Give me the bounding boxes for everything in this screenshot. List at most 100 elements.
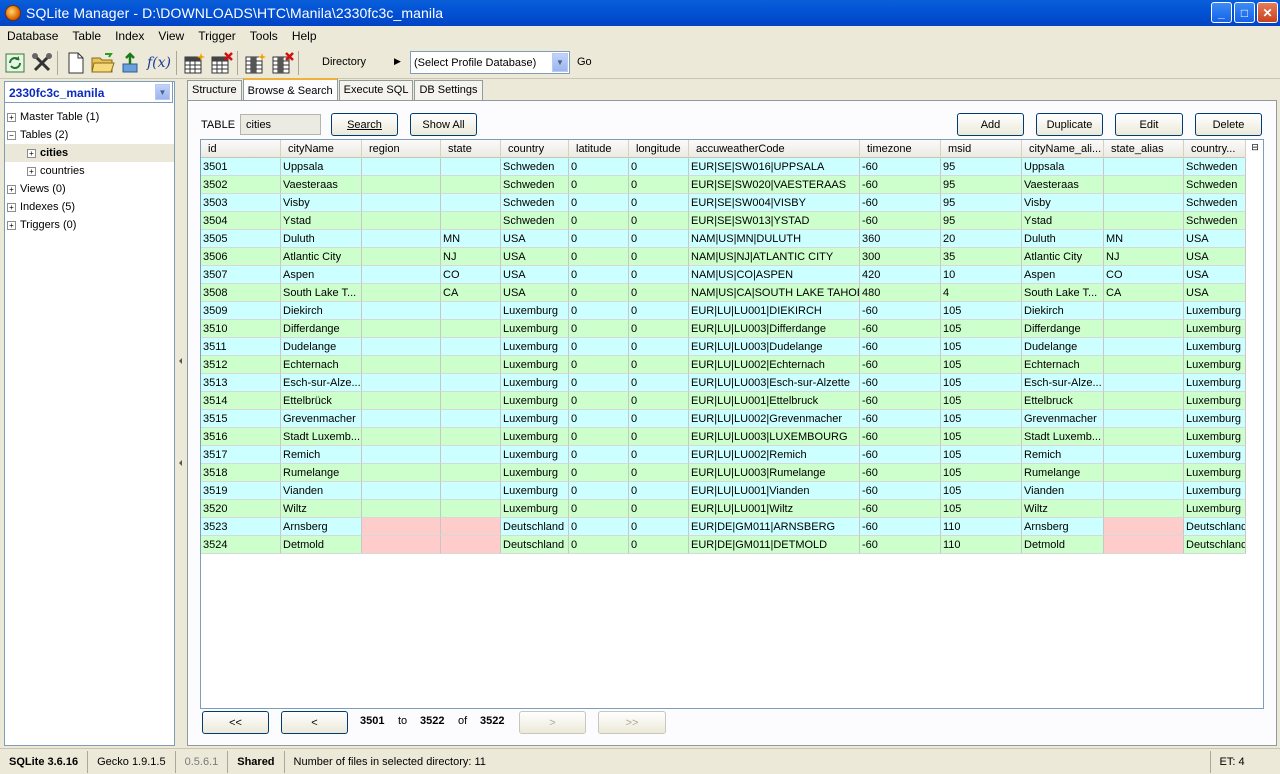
open-db-icon[interactable] — [91, 51, 115, 75]
table-row[interactable]: 3502 Vaesteraas Schweden 0 0 EUR|SE|SW020|VAE… — [201, 176, 1246, 194]
menu-item-view[interactable]: View — [151, 29, 191, 43]
cell-id[interactable]: 3508 — [201, 284, 281, 302]
cell-country[interactable]: Schweden — [1184, 194, 1246, 212]
cell-latitude[interactable]: 0 — [569, 266, 629, 284]
cell-country[interactable]: Luxemburg — [501, 482, 569, 500]
table-row[interactable]: 3524 Detmold Deutschland 0 0 EUR|DE|GM011|DET… — [201, 536, 1246, 554]
table-row[interactable]: 3508 South Lake T... CA USA 0 0 NAM|US|CA|SOUT… — [201, 284, 1246, 302]
cell-id[interactable]: 3502 — [201, 176, 281, 194]
cell-id[interactable]: 3514 — [201, 392, 281, 410]
cell-country[interactable]: Luxemburg — [1184, 392, 1246, 410]
cell-msid[interactable]: 20 — [941, 230, 1022, 248]
cell-latitude[interactable]: 0 — [569, 284, 629, 302]
table-row[interactable]: 3520 Wiltz Luxemburg 0 0 EUR|LU|LU001|Wiltz -6… — [201, 500, 1246, 518]
cell-cityName_ali[interactable]: Ystad — [1022, 212, 1104, 230]
cell-state_alias[interactable] — [1104, 356, 1184, 374]
cell-region[interactable] — [362, 266, 441, 284]
show-all-button[interactable]: Show All — [410, 113, 477, 136]
cell-state_alias[interactable] — [1104, 320, 1184, 338]
cell-state_alias[interactable]: CA — [1104, 284, 1184, 302]
cell-state[interactable] — [441, 500, 501, 518]
directory-arrow-icon[interactable]: ▶ — [394, 56, 401, 67]
cell-accuweatherCode[interactable]: EUR|LU|LU003|Differdange — [689, 320, 860, 338]
cell-state_alias[interactable] — [1104, 536, 1184, 554]
cell-cityName_ali[interactable]: Aspen — [1022, 266, 1104, 284]
cell-cityName[interactable]: Rumelange — [281, 464, 362, 482]
drop-table-icon[interactable] — [210, 51, 234, 75]
cell-cityName[interactable]: Remich — [281, 446, 362, 464]
add-button[interactable]: Add — [957, 113, 1024, 136]
cell-timezone[interactable]: -60 — [860, 464, 941, 482]
table-row[interactable]: 3510 Differdange Luxemburg 0 0 EUR|LU|LU003|D… — [201, 320, 1246, 338]
cell-state_alias[interactable] — [1104, 302, 1184, 320]
cell-timezone[interactable]: 480 — [860, 284, 941, 302]
cell-state_alias[interactable]: MN — [1104, 230, 1184, 248]
menu-item-index[interactable]: Index — [108, 29, 151, 43]
cell-latitude[interactable]: 0 — [569, 212, 629, 230]
cell-latitude[interactable]: 0 — [569, 158, 629, 176]
table-row[interactable]: 3509 Diekirch Luxemburg 0 0 EUR|LU|LU001|DIEK… — [201, 302, 1246, 320]
menu-item-table[interactable]: Table — [65, 29, 108, 43]
cell-state[interactable] — [441, 464, 501, 482]
new-db-icon[interactable] — [64, 51, 88, 75]
cell-timezone[interactable]: -60 — [860, 356, 941, 374]
cell-msid[interactable]: 105 — [941, 428, 1022, 446]
table-row[interactable]: 3503 Visby Schweden 0 0 EUR|SE|SW004|VISBY -60… — [201, 194, 1246, 212]
cell-accuweatherCode[interactable]: EUR|LU|LU001|Wiltz — [689, 500, 860, 518]
duplicate-button[interactable]: Duplicate — [1036, 113, 1103, 136]
cell-country[interactable]: Luxemburg — [501, 428, 569, 446]
cell-accuweatherCode[interactable]: NAM|US|MN|DULUTH — [689, 230, 860, 248]
cell-msid[interactable]: 105 — [941, 482, 1022, 500]
cell-cityName[interactable]: Differdange — [281, 320, 362, 338]
next-page-button[interactable]: > — [519, 711, 586, 734]
create-index-icon[interactable] — [244, 51, 268, 75]
cell-cityName_ali[interactable]: Echternach — [1022, 356, 1104, 374]
cell-region[interactable] — [362, 392, 441, 410]
cell-msid[interactable]: 95 — [941, 176, 1022, 194]
menu-item-database[interactable]: Database — [0, 29, 65, 43]
cell-longitude[interactable]: 0 — [629, 194, 689, 212]
tab-db-settings[interactable]: DB Settings — [414, 80, 483, 100]
cell-timezone[interactable]: -60 — [860, 446, 941, 464]
cell-country[interactable]: Luxemburg — [1184, 356, 1246, 374]
cell-cityName[interactable]: Stadt Luxemb... — [281, 428, 362, 446]
cell-cityName_ali[interactable]: Visby — [1022, 194, 1104, 212]
cell-state[interactable]: CO — [441, 266, 501, 284]
table-row[interactable]: 3517 Remich Luxemburg 0 0 EUR|LU|LU002|Remich… — [201, 446, 1246, 464]
cell-cityName[interactable]: Vianden — [281, 482, 362, 500]
column-header-accuweatherCode[interactable]: accuweatherCode — [689, 140, 860, 158]
cell-longitude[interactable]: 0 — [629, 230, 689, 248]
cell-longitude[interactable]: 0 — [629, 392, 689, 410]
cell-state_alias[interactable] — [1104, 338, 1184, 356]
expand-icon[interactable]: + — [7, 184, 16, 194]
table-row[interactable]: 3516 Stadt Luxemb... Luxemburg 0 0 EUR|LU|LU0… — [201, 428, 1246, 446]
cell-longitude[interactable]: 0 — [629, 338, 689, 356]
maximize-button[interactable]: □ — [1234, 2, 1255, 23]
cell-latitude[interactable]: 0 — [569, 446, 629, 464]
cell-country[interactable]: Luxemburg — [1184, 374, 1246, 392]
cell-latitude[interactable]: 0 — [569, 410, 629, 428]
cell-cityName[interactable]: Atlantic City — [281, 248, 362, 266]
column-header-timezone[interactable]: timezone — [860, 140, 941, 158]
cell-state[interactable] — [441, 446, 501, 464]
cell-id[interactable]: 3523 — [201, 518, 281, 536]
cell-longitude[interactable]: 0 — [629, 464, 689, 482]
cell-id[interactable]: 3517 — [201, 446, 281, 464]
cell-country[interactable]: Luxemburg — [501, 410, 569, 428]
table-row[interactable]: 3506 Atlantic City NJ USA 0 0 NAM|US|NJ|ATLANT… — [201, 248, 1246, 266]
cell-region[interactable] — [362, 248, 441, 266]
cell-id[interactable]: 3518 — [201, 464, 281, 482]
cell-cityName[interactable]: Detmold — [281, 536, 362, 554]
cell-latitude[interactable]: 0 — [569, 338, 629, 356]
table-row[interactable]: 3523 Arnsberg Deutschland 0 0 EUR|DE|GM011|AR… — [201, 518, 1246, 536]
cell-timezone[interactable]: 360 — [860, 230, 941, 248]
cell-msid[interactable]: 95 — [941, 158, 1022, 176]
cell-accuweatherCode[interactable]: EUR|LU|LU003|Esch-sur-Alzette — [689, 374, 860, 392]
tab-structure[interactable]: Structure — [187, 80, 242, 100]
cell-cityName[interactable]: Ystad — [281, 212, 362, 230]
cell-latitude[interactable]: 0 — [569, 374, 629, 392]
cell-id[interactable]: 3516 — [201, 428, 281, 446]
cell-timezone[interactable]: -60 — [860, 518, 941, 536]
cell-accuweatherCode[interactable]: EUR|LU|LU001|Ettelbruck — [689, 392, 860, 410]
cell-country[interactable]: Schweden — [1184, 212, 1246, 230]
